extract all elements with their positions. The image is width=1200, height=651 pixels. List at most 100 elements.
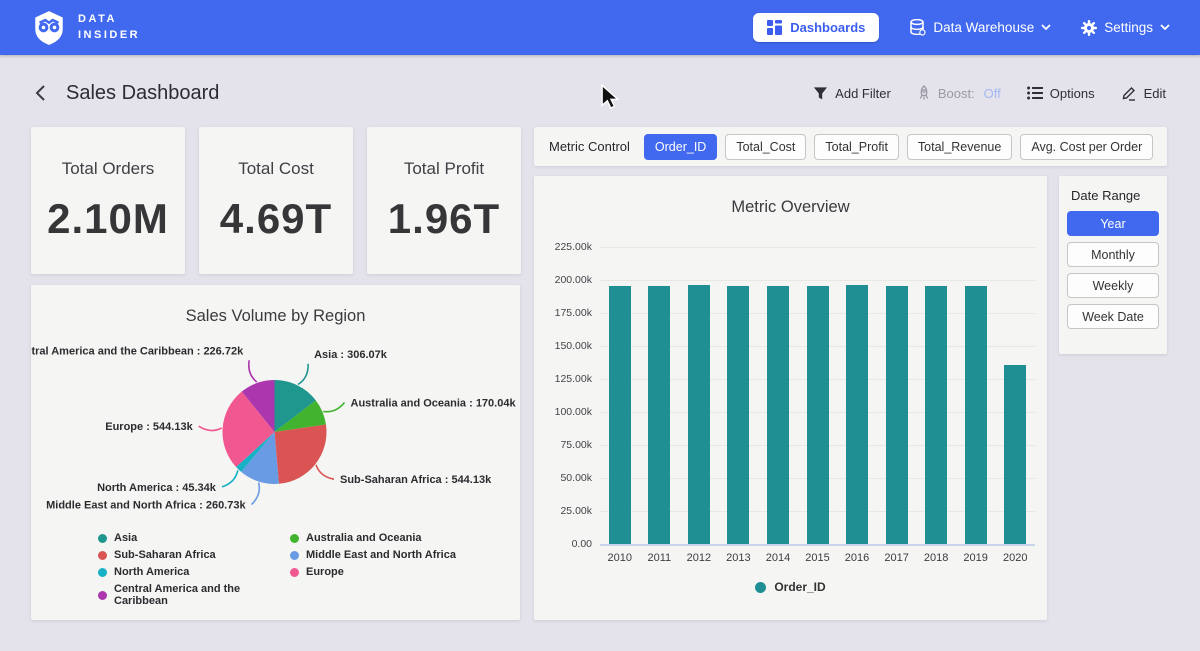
pie-leader-line [222, 470, 238, 487]
date-range-button-monthly[interactable]: Monthly [1067, 242, 1159, 267]
date-range-panel: Date Range YearMonthlyWeeklyWeek Date [1059, 176, 1167, 354]
bar-2012[interactable] [688, 285, 710, 544]
pie-legend-item-middle-east-and-north-africa[interactable]: Middle East and North Africa [290, 549, 456, 561]
metric-button-total-cost[interactable]: Total_Cost [725, 134, 806, 160]
dashboards-button[interactable]: Dashboards [753, 13, 879, 42]
chevron-down-icon [1160, 24, 1170, 31]
y-tick-label: 225.00k [555, 241, 592, 253]
kpi-value: 2.10M [47, 195, 169, 243]
pie-chart-title: Sales Volume by Region [31, 307, 520, 326]
pie-chart: Asia : 306.07k Australia and Oceania : 17… [31, 335, 520, 525]
y-tick-label: 0.00 [572, 538, 592, 550]
boost-label: Boost: [938, 86, 975, 101]
options-button[interactable]: Options [1027, 86, 1095, 101]
pie-legend-item-north-america[interactable]: North America [98, 566, 290, 578]
metric-button-avg-cost-per-order[interactable]: Avg. Cost per Order [1020, 134, 1153, 160]
pie-legend-item-sub-saharan-africa[interactable]: Sub-Saharan Africa [98, 549, 290, 561]
x-tick-2015: 2015 [805, 552, 829, 564]
bar-2019[interactable] [965, 286, 987, 544]
y-tick-label: 175.00k [555, 307, 592, 319]
legend-dot [290, 568, 299, 577]
bar-2011[interactable] [648, 286, 670, 544]
date-range-button-year[interactable]: Year [1067, 211, 1159, 236]
database-icon [909, 19, 926, 36]
sales-volume-chart-card: Sales Volume by Region Asia : 306.07k Aus… [31, 285, 520, 620]
bar-chart-legend-item[interactable]: Order_ID [534, 580, 1047, 594]
pie-legend-item-central-america-and-the-caribbean[interactable]: Central America and the Caribbean [98, 583, 290, 607]
boost-toggle[interactable]: Boost:Off [917, 85, 1001, 101]
bar-2020[interactable] [1004, 365, 1026, 544]
kpi-card-total-cost: Total Cost 4.69T [199, 127, 353, 274]
y-tick-label: 25.00k [560, 505, 592, 517]
owl-logo-icon [30, 9, 68, 47]
legend-dot [290, 551, 299, 560]
metric-control-bar: Metric Control Order_IDTotal_CostTotal_P… [534, 127, 1167, 166]
pie-label-asia: Asia : 306.07k [314, 349, 388, 361]
pie-slice-sub-saharan-africa[interactable] [275, 425, 327, 484]
back-button[interactable] [34, 84, 48, 102]
bar-2014[interactable] [767, 286, 789, 544]
chevron-left-icon [34, 84, 48, 102]
bar-chart-y-axis: 225.00k200.00k175.00k150.00k125.00k100.0… [534, 247, 592, 544]
bar-2016[interactable] [846, 285, 868, 544]
date-range-button-group: Year Monthly Weekly Week Date [1067, 211, 1159, 329]
gridline [600, 247, 1035, 248]
bar-2010[interactable] [609, 286, 631, 544]
legend-label: Order_ID [774, 580, 825, 594]
bar-2015[interactable] [807, 286, 829, 544]
settings-label: Settings [1104, 20, 1153, 35]
pie-chart-legend: Asia Sub-Saharan Africa North America Centr… [31, 532, 520, 607]
kpi-card-total-profit: Total Profit 1.96T [367, 127, 521, 274]
x-tick-2016: 2016 [845, 552, 869, 564]
pie-label-central-america-and-the-caribbean: Central America and the Caribbean : 226.… [31, 345, 244, 357]
bar-chart-x-axis: 2010201120122013201420152016201720182019… [600, 552, 1035, 566]
pie-leader-line [199, 426, 222, 430]
pie-legend-item-asia[interactable]: Asia [98, 532, 290, 544]
x-tick-2019: 2019 [963, 552, 987, 564]
metric-button-total-revenue[interactable]: Total_Revenue [907, 134, 1012, 160]
pie-label-sub-saharan-africa: Sub-Saharan Africa : 544.13k [340, 474, 492, 486]
bar-2013[interactable] [727, 286, 749, 544]
legend-label: Middle East and North Africa [306, 549, 456, 561]
metric-button-total-profit[interactable]: Total_Profit [814, 134, 899, 160]
dashboards-label: Dashboards [790, 20, 865, 35]
pie-label-australia-and-oceania: Australia and Oceania : 170.04k [351, 398, 517, 410]
filter-funnel-icon [813, 86, 828, 101]
bar-2017[interactable] [886, 286, 908, 544]
pie-legend-item-australia-and-oceania[interactable]: Australia and Oceania [290, 532, 456, 544]
kpi-label: Total Profit [404, 159, 484, 179]
kpi-card-total-orders: Total Orders 2.10M [31, 127, 185, 274]
legend-label: Australia and Oceania [306, 532, 422, 544]
metric-button-order-id[interactable]: Order_ID [644, 134, 717, 160]
brand-logo: DATA INSIDER [30, 9, 140, 47]
legend-label: Central America and the Caribbean [114, 583, 290, 607]
legend-label: North America [114, 566, 189, 578]
bar-2018[interactable] [925, 286, 947, 544]
pie-legend-item-europe[interactable]: Europe [290, 566, 456, 578]
settings-menu[interactable]: Settings [1081, 20, 1170, 36]
app-frame: DATA INSIDER Dashboards [0, 0, 1200, 651]
data-warehouse-menu[interactable]: Data Warehouse [909, 19, 1051, 36]
gridline [600, 544, 1035, 546]
x-tick-2013: 2013 [726, 552, 750, 564]
x-tick-2020: 2020 [1003, 552, 1027, 564]
kpi-label: Total Cost [238, 159, 314, 179]
x-tick-2014: 2014 [766, 552, 790, 564]
dashboards-grid-icon [767, 20, 782, 35]
data-warehouse-label: Data Warehouse [933, 20, 1034, 35]
date-range-button-week-date[interactable]: Week Date [1067, 304, 1159, 329]
pie-label-europe: Europe : 544.13k [105, 421, 193, 433]
y-tick-label: 125.00k [555, 373, 592, 385]
rocket-icon [917, 85, 931, 101]
y-tick-label: 200.00k [555, 274, 592, 286]
add-filter-button[interactable]: Add Filter [813, 86, 891, 101]
pencil-edit-icon [1121, 85, 1137, 101]
nav-menu: Dashboards Data Warehouse [753, 13, 1170, 42]
edit-button[interactable]: Edit [1121, 85, 1166, 101]
date-range-button-weekly[interactable]: Weekly [1067, 273, 1159, 298]
options-label: Options [1050, 86, 1095, 101]
pie-leader-line [316, 465, 334, 479]
legend-dot [290, 534, 299, 543]
legend-label: Asia [114, 532, 137, 544]
add-filter-label: Add Filter [835, 86, 891, 101]
